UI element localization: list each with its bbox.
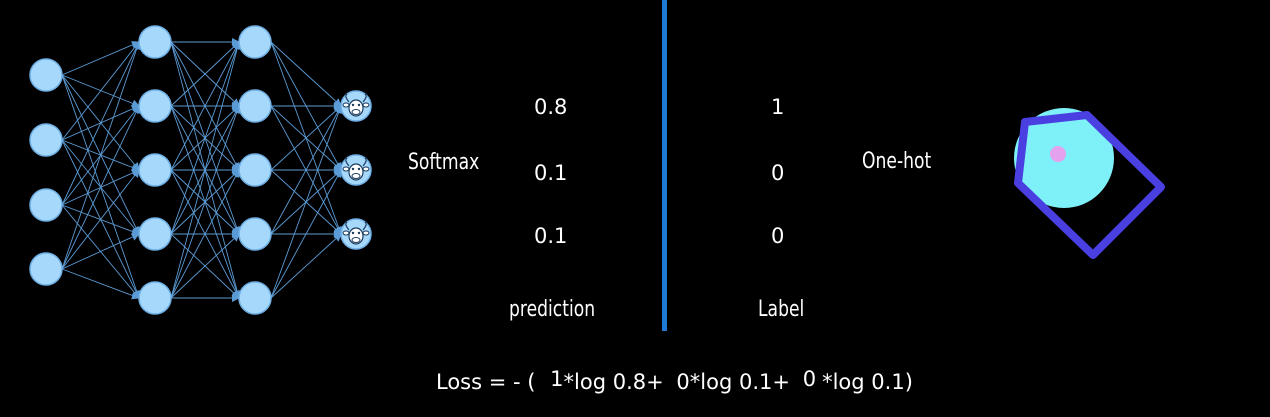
connection-arrow	[61, 41, 140, 76]
loss-term-1-coef: 1	[550, 367, 564, 391]
neuron	[138, 153, 172, 187]
loss-term-2-arg: 0.1	[739, 370, 773, 394]
neuron	[29, 58, 63, 92]
loss-term-1-arg: 0.8	[612, 370, 647, 394]
loss-term-2-coef: 0	[676, 370, 690, 394]
network-edges	[61, 38, 343, 302]
prediction-value-3: 0.1	[534, 224, 568, 248]
loss-prefix: Loss = - (	[436, 370, 536, 394]
neural-network-diagram	[29, 25, 1165, 315]
neuron	[238, 89, 272, 123]
neuron	[238, 217, 272, 251]
neuron	[238, 153, 272, 187]
label-caption: Label	[758, 297, 805, 322]
loss-term-2-sep: +	[772, 370, 791, 394]
neuron	[138, 217, 172, 251]
neuron	[29, 252, 63, 286]
prediction-caption: prediction	[509, 297, 596, 322]
connection-arrow	[270, 41, 342, 107]
divider-line	[662, 0, 667, 331]
softmax-label: Softmax	[408, 150, 480, 175]
neuron	[138, 281, 172, 315]
loss-term-1-op: *log	[563, 370, 607, 394]
prediction-value-1: 0.8	[534, 95, 568, 119]
connection-arrow	[61, 41, 140, 141]
label-value-3: 0	[771, 224, 785, 248]
loss-term-3-op: *log	[822, 370, 865, 394]
label-value-1: 1	[771, 95, 785, 119]
neuron	[138, 25, 172, 59]
prediction-value-2: 0.1	[534, 161, 568, 185]
neuron	[29, 123, 63, 157]
loss-term-2-op: *log	[689, 370, 733, 394]
loss-formula: Loss = - ( 1*log 0.8+ 0*log 0.1+ 0 *log 0…	[436, 367, 913, 394]
loss-term-3-coef: 0	[802, 367, 817, 391]
onehot-label: One-hot	[862, 149, 932, 174]
connection-arrow	[61, 41, 140, 206]
loss-term-3-sep: )	[904, 370, 913, 394]
neuron	[238, 281, 272, 315]
neuron	[29, 188, 63, 222]
neuron	[138, 89, 172, 123]
label-value-2: 0	[771, 161, 785, 185]
loss-term-3-arg: 0.1	[871, 370, 905, 394]
loss-term-1-sep: +	[646, 370, 664, 394]
connection-arrow	[270, 105, 343, 299]
onehot-dot	[1050, 146, 1066, 162]
connection-arrow	[61, 105, 140, 270]
connection-arrow	[270, 233, 342, 299]
neuron	[238, 25, 272, 59]
